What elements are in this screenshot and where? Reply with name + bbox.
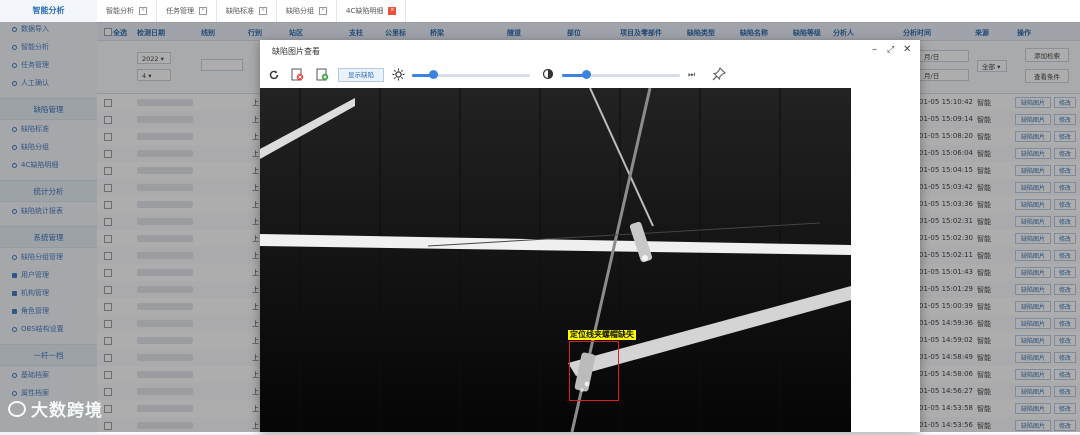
close-icon[interactable]: × (388, 7, 397, 15)
defect-image-dialog: 缺陷图片查看 – ⤢ ✕ 显示缺陷 ⏭ 定位线夹螺帽缺失 (260, 40, 920, 432)
tab-bar: 智能分析 × 任务管理 × 缺陷标准 × 缺陷分组 × 4C缺陷明细 × (97, 0, 1080, 23)
pin-icon[interactable] (712, 67, 726, 81)
watermark: 大数跨境 (8, 396, 103, 421)
delete-mark-icon[interactable] (291, 68, 304, 81)
close-icon[interactable]: × (139, 7, 147, 15)
tab-label: 4C缺陷明细 (346, 7, 384, 15)
refresh-icon[interactable] (268, 69, 280, 81)
minimize-icon[interactable]: – (872, 44, 877, 55)
tab-label: 缺陷分组 (286, 7, 314, 15)
dialog-title-bar[interactable]: 缺陷图片查看 – ⤢ ✕ (260, 40, 920, 62)
add-mark-icon[interactable] (316, 68, 329, 81)
sidebar-top-label[interactable]: 智能分析 (0, 0, 97, 20)
contrast-icon (542, 68, 554, 80)
defect-annotation-label: 定位线夹螺帽缺失 (568, 330, 636, 340)
brightness-icon (392, 68, 405, 81)
tab-label: 缺陷标准 (226, 7, 254, 15)
skip-forward-icon[interactable]: ⏭ (688, 70, 695, 80)
close-icon[interactable]: × (319, 7, 327, 15)
watermark-text: 大数跨境 (31, 401, 103, 421)
contrast-slider[interactable] (562, 74, 680, 77)
close-icon[interactable]: × (259, 7, 267, 15)
close-icon[interactable]: ✕ (903, 44, 911, 55)
maximize-icon[interactable]: ⤢ (887, 45, 894, 55)
defect-image-viewer[interactable]: 定位线夹螺帽缺失 (260, 88, 851, 432)
catenary-photo (260, 88, 851, 432)
tab-smart-analysis[interactable]: 智能分析 × (97, 0, 157, 22)
contrast-slider-handle[interactable] (581, 70, 591, 79)
defect-bounding-box[interactable] (569, 341, 619, 401)
close-icon[interactable]: × (199, 7, 207, 15)
tab-label: 智能分析 (106, 7, 134, 15)
tab-4c-defect-detail[interactable]: 4C缺陷明细 × (337, 0, 407, 22)
show-defect-button[interactable]: 显示缺陷 (338, 68, 384, 82)
watermark-logo-icon (8, 400, 26, 417)
tab-defect-group[interactable]: 缺陷分组 × (277, 0, 337, 22)
tab-defect-standard[interactable]: 缺陷标准 × (217, 0, 277, 22)
tab-task-management[interactable]: 任务管理 × (157, 0, 217, 22)
dialog-title: 缺陷图片查看 (272, 47, 320, 56)
tab-label: 任务管理 (166, 7, 194, 15)
